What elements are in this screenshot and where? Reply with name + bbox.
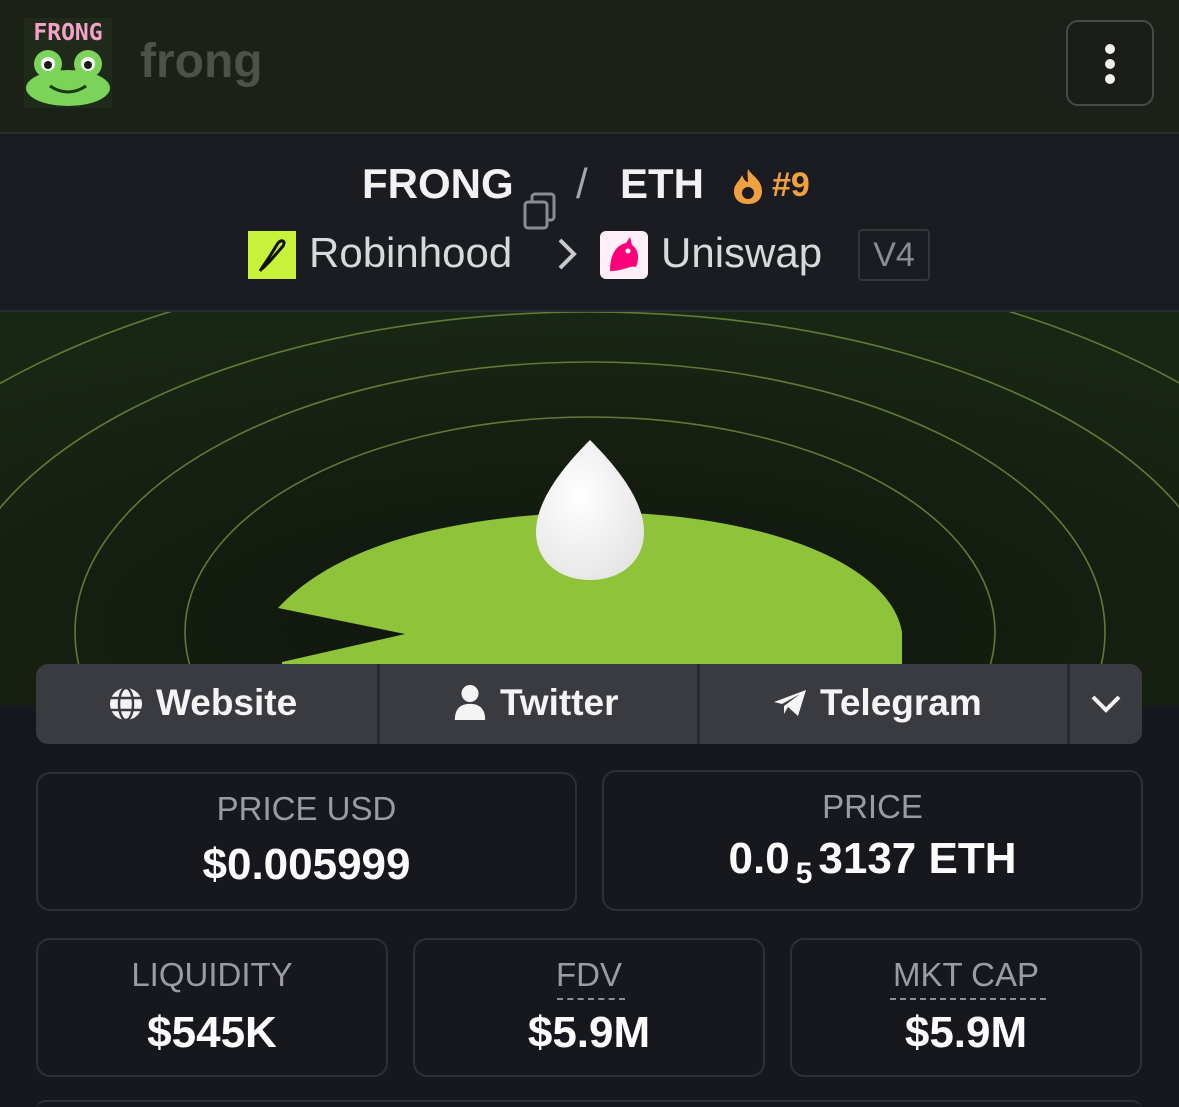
- more-links-button[interactable]: [1070, 664, 1142, 744]
- next-stats-row: [36, 1100, 1142, 1107]
- chevron-right-icon: [558, 238, 577, 270]
- price-usd-label: PRICE USD: [216, 790, 397, 827]
- dex-version-badge: V4: [858, 229, 930, 281]
- website-button[interactable]: Website: [36, 664, 377, 744]
- liquidity-value: $545K: [147, 1008, 277, 1057]
- more-options-button[interactable]: [1066, 20, 1154, 106]
- pair-title: FRONG / ETH: [0, 160, 1179, 230]
- uniswap-logo-icon: [600, 231, 648, 279]
- telegram-button[interactable]: Telegram: [700, 664, 1068, 744]
- twitter-label: Twitter: [500, 682, 619, 723]
- fdv-label: FDV: [556, 956, 622, 993]
- trending-rank-badge[interactable]: #9: [772, 166, 810, 205]
- unicorn-icon: [610, 237, 639, 271]
- price-suffix: 3137 ETH: [818, 834, 1017, 883]
- quote-token-symbol: ETH: [620, 160, 704, 207]
- frog-icon: [26, 50, 110, 106]
- market-cap-label: MKT CAP: [892, 956, 1040, 993]
- lily-pad-ripple-illustration: [0, 312, 1179, 706]
- website-label: Website: [156, 682, 298, 723]
- price-prefix: 0.0: [728, 834, 790, 883]
- token-banner-image: [0, 312, 1179, 706]
- kebab-menu-icon: [1105, 44, 1115, 84]
- telegram-icon: [774, 690, 806, 716]
- pair-info-bar: FRONG / ETH #9 Robinhood Uniswap V4: [0, 136, 1179, 312]
- token-logo: FRONG: [24, 18, 112, 108]
- app-header: FRONG frong: [0, 0, 1179, 134]
- liquidity-card: LIQUIDITY $545K: [36, 938, 388, 1077]
- social-links-bar: Website Twitter Telegram: [36, 664, 1142, 744]
- fdv-card[interactable]: FDV $5.9M: [413, 938, 765, 1077]
- price-native-label: PRICE: [822, 788, 923, 825]
- feather-icon: [258, 239, 286, 272]
- market-cap-card[interactable]: MKT CAP $5.9M: [790, 938, 1142, 1077]
- price-native-value: 0.0 5 3137 ETH: [604, 834, 1141, 890]
- liquidity-label: LIQUIDITY: [131, 956, 293, 993]
- base-token-symbol: FRONG: [362, 160, 514, 207]
- chevron-down-icon: [1091, 695, 1121, 713]
- user-icon: [454, 684, 486, 720]
- robinhood-chain-icon: [248, 231, 296, 279]
- tooltip-underline: [890, 998, 1046, 1000]
- copy-icon[interactable]: [522, 192, 558, 232]
- twitter-button[interactable]: Twitter: [380, 664, 698, 744]
- dex-name[interactable]: Uniswap: [661, 229, 822, 277]
- pair-separator: /: [576, 160, 588, 207]
- flame-icon: [734, 169, 762, 204]
- chain-name[interactable]: Robinhood: [309, 229, 512, 277]
- market-cap-value: $5.9M: [904, 1008, 1028, 1057]
- tooltip-underline: [557, 998, 625, 1000]
- logo-text: FRONG: [33, 20, 103, 46]
- fdv-value: $5.9M: [527, 1008, 651, 1057]
- globe-icon: [110, 686, 142, 722]
- telegram-label: Telegram: [820, 682, 982, 723]
- price-zero-count: 5: [795, 857, 813, 890]
- price-usd-card: PRICE USD $0.005999: [36, 772, 577, 911]
- price-native-card: PRICE 0.0 5 3137 ETH: [602, 770, 1143, 911]
- price-usd-value: $0.005999: [202, 840, 411, 889]
- token-name-title: frong: [140, 35, 263, 88]
